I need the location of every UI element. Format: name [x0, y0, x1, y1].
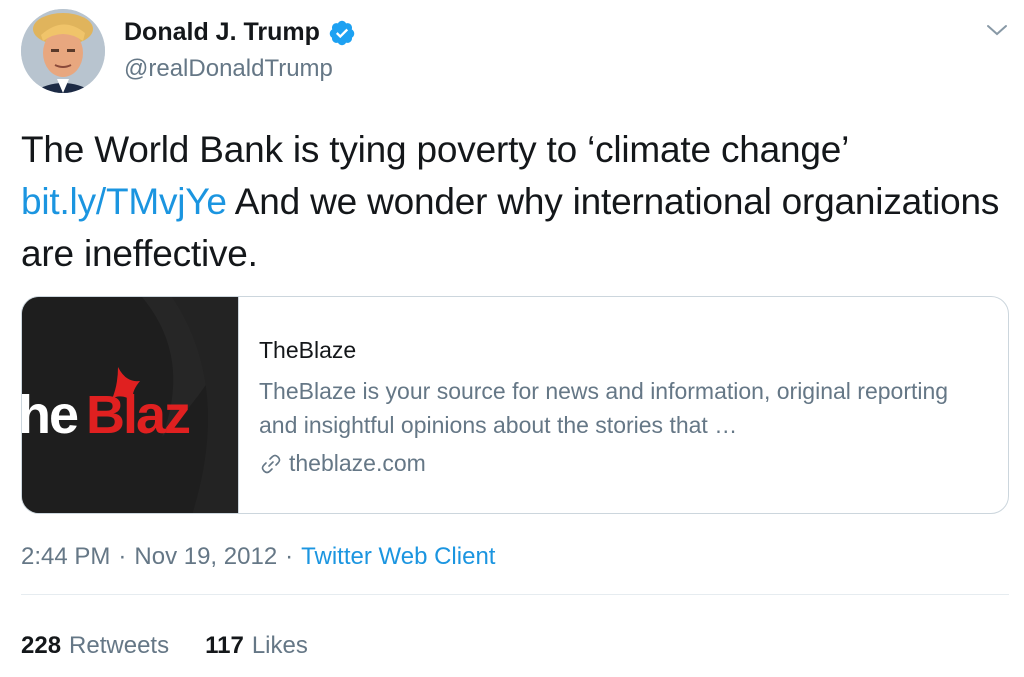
tweet-source[interactable]: Twitter Web Client: [301, 543, 495, 571]
retweets-stat[interactable]: 228 Retweets: [21, 632, 169, 660]
card-domain-row: theblaze.com: [259, 450, 979, 477]
verified-badge-icon: [329, 20, 355, 45]
svg-text:Blaz: Blaz: [86, 385, 190, 445]
chevron-down-icon[interactable]: [984, 20, 1010, 40]
tweet-text-before: The World Bank is tying poverty to ‘clim…: [21, 129, 848, 170]
avatar-image: [21, 9, 105, 93]
likes-stat[interactable]: 117 Likes: [205, 632, 308, 660]
tweet-meta: 2:44 PM · Nov 19, 2012 · Twitter Web Cli…: [21, 543, 495, 571]
retweets-count: 228: [21, 632, 62, 659]
author-name[interactable]: Donald J. Trump: [124, 18, 320, 47]
card-image: he Blaz: [22, 297, 239, 513]
author-name-row[interactable]: Donald J. Trump: [124, 18, 356, 47]
tweet-time[interactable]: 2:44 PM: [21, 543, 110, 571]
svg-text:he: he: [22, 385, 78, 445]
tweet-date[interactable]: Nov 19, 2012: [134, 543, 277, 571]
link-preview-card[interactable]: he Blaz TheBlaze TheBlaze is your source…: [21, 296, 1009, 514]
likes-label: Likes: [251, 632, 308, 659]
retweets-label: Retweets: [69, 632, 170, 659]
tweet-stats: 228 Retweets 117 Likes: [21, 632, 308, 660]
meta-separator: ·: [118, 543, 127, 570]
card-domain: theblaze.com: [289, 450, 426, 476]
link-icon: [261, 454, 281, 473]
card-body: TheBlaze TheBlaze is your source for new…: [239, 297, 979, 513]
meta-separator-2: ·: [285, 543, 294, 570]
tweet-link[interactable]: bit.ly/TMvjYe: [21, 181, 227, 222]
divider: [21, 594, 1009, 595]
tweet-text: The World Bank is tying poverty to ‘clim…: [21, 124, 1006, 280]
avatar[interactable]: [21, 9, 105, 93]
blaze-logo: he Blaz: [22, 297, 238, 513]
card-description: TheBlaze is your source for news and inf…: [259, 378, 949, 438]
likes-count: 117: [205, 632, 244, 659]
author-handle[interactable]: @realDonaldTrump: [124, 55, 333, 83]
card-title: TheBlaze: [259, 337, 357, 363]
